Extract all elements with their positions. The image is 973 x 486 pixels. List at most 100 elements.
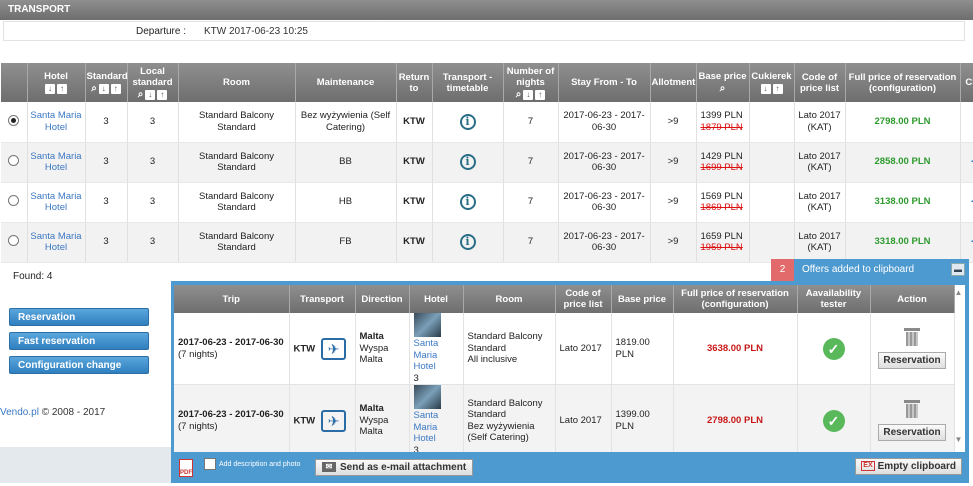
allotment-cell: >9 bbox=[650, 222, 697, 263]
stay-cell: 2017-06-23 - 2017-06-30 bbox=[558, 142, 651, 183]
info-icon[interactable]: i bbox=[459, 194, 476, 210]
clipboard-scrollbar[interactable]: ▲ ▼ bbox=[954, 288, 963, 448]
configuration-change-button[interactable]: Configuration change bbox=[9, 356, 149, 374]
sort-asc-icon[interactable]: ↑ bbox=[157, 89, 168, 100]
departure-row: Departure : KTW 2017-06-23 10:25 bbox=[3, 21, 965, 41]
hotel-link[interactable]: Santa Maria Hotel bbox=[414, 338, 459, 373]
clipboard-header[interactable]: 2 Offers added to clipboard ▬ bbox=[771, 259, 969, 281]
clip-col-base-price: Base price bbox=[611, 285, 674, 313]
cukierek-cell bbox=[749, 182, 795, 223]
clipboard-row: 2017-06-23 - 2017-06-30 (7 nights) KTW ✈ M… bbox=[174, 313, 955, 385]
hotel-thumbnail[interactable] bbox=[413, 313, 441, 337]
reservation-button[interactable]: Reservation bbox=[878, 351, 946, 369]
transport-code: KTW bbox=[293, 343, 316, 355]
clipboard-footer: PDF Add description and photo ✉ Send as e… bbox=[171, 452, 969, 483]
envelope-icon: ✉ bbox=[322, 462, 336, 473]
full-price-cell: 3138.00 PLN bbox=[845, 182, 961, 223]
hotel-link[interactable]: Santa Maria Hotel bbox=[27, 182, 86, 223]
nights-cell: 7 bbox=[503, 222, 559, 263]
stay-cell: 2017-06-23 - 2017-06-30 bbox=[558, 102, 651, 143]
sort-asc-icon[interactable]: ↑ bbox=[110, 84, 121, 94]
add-description-checkbox[interactable] bbox=[204, 458, 216, 470]
cukierek-cell bbox=[749, 222, 795, 263]
table-row[interactable]: Santa Maria Hotel 3 3 Standard Balcony S… bbox=[1, 102, 973, 143]
info-icon[interactable]: i bbox=[459, 113, 476, 130]
col-select bbox=[1, 63, 28, 102]
row-select-radio[interactable] bbox=[8, 114, 20, 126]
price: 1429 PLN bbox=[700, 150, 743, 162]
col-maintenance: Maintenance bbox=[295, 63, 397, 102]
direction-region: Wyspa Malta bbox=[359, 414, 389, 438]
reservation-button[interactable]: Reservation bbox=[9, 308, 149, 326]
old-price: 1699 PLN bbox=[700, 162, 743, 173]
old-price: 1959 PLN bbox=[700, 242, 743, 253]
clip-col-action: Action bbox=[870, 285, 955, 313]
scroll-up-icon[interactable]: ▲ bbox=[954, 288, 963, 297]
minimize-icon[interactable]: ▬ bbox=[951, 263, 965, 276]
search-icon[interactable]: ⌕ bbox=[516, 89, 522, 100]
hotel-link[interactable]: Santa Maria Hotel bbox=[27, 142, 86, 183]
full-price-cell: 3638.00 PLN bbox=[673, 313, 798, 385]
sort-asc-icon[interactable]: ↑ bbox=[772, 84, 783, 94]
sort-desc-icon[interactable]: ↓ bbox=[145, 89, 156, 100]
col-local-standard: Local standard ⌕ ↓ ↑ bbox=[127, 63, 179, 102]
info-icon[interactable]: i bbox=[459, 234, 476, 250]
empty-clipboard-button[interactable]: EX Empty clipboard bbox=[855, 458, 962, 475]
row-select-radio[interactable] bbox=[8, 234, 20, 246]
footer-band bbox=[0, 447, 172, 483]
direction-cell: Malta Wyspa Malta bbox=[355, 313, 410, 385]
trash-icon[interactable] bbox=[904, 400, 920, 418]
reservation-button[interactable]: Reservation bbox=[878, 423, 946, 441]
search-icon[interactable]: ⌕ bbox=[138, 89, 144, 100]
hotel-link[interactable]: Santa Maria Hotel bbox=[414, 410, 459, 445]
add-description-label: Add description and photo bbox=[219, 461, 301, 468]
search-icon[interactable]: ⌕ bbox=[720, 84, 726, 94]
col-allotment: Allotment bbox=[650, 63, 697, 102]
sort-desc-icon[interactable]: ↓ bbox=[760, 84, 771, 94]
standard-cell: 3 bbox=[85, 102, 128, 143]
row-select-radio[interactable] bbox=[8, 194, 20, 206]
plane-icon: ✈ bbox=[321, 337, 347, 360]
sort-desc-icon[interactable]: ↓ bbox=[45, 84, 55, 94]
code-cell: Lato 2017 (KAT) bbox=[794, 142, 846, 183]
room-cell: Standard Balcony Standard bbox=[178, 222, 296, 263]
footer-brand-link[interactable]: Vendo.pl bbox=[0, 407, 39, 418]
code-cell: Lato 2017 (KAT) bbox=[794, 222, 846, 263]
sort-asc-icon[interactable]: ↑ bbox=[57, 84, 67, 94]
action-cell: Reservation bbox=[870, 384, 955, 452]
col-full-price: Full price of reservation (configuration… bbox=[845, 63, 961, 102]
direction-country: Malta bbox=[359, 331, 384, 343]
room-board: All inclusive bbox=[467, 354, 518, 366]
hotel-link[interactable]: Santa Maria Hotel bbox=[27, 222, 86, 263]
info-icon[interactable]: i bbox=[459, 154, 476, 170]
departure-value: KTW 2017-06-23 10:25 bbox=[204, 26, 308, 37]
trash-icon[interactable] bbox=[904, 328, 920, 346]
table-row[interactable]: Santa Maria Hotel 3 3 Standard Balcony S… bbox=[1, 222, 973, 263]
sort-desc-icon[interactable]: ↓ bbox=[523, 89, 534, 100]
base-price-cell: 1399.00 PLN bbox=[611, 384, 674, 452]
room-cell: Standard Balcony Standard bbox=[178, 102, 296, 143]
hotel-link[interactable]: Santa Maria Hotel bbox=[27, 102, 86, 143]
return-to-cell: KTW bbox=[396, 222, 433, 263]
transport-code: KTW bbox=[293, 415, 316, 427]
fast-reservation-button[interactable]: Fast reservation bbox=[9, 332, 149, 350]
pdf-icon[interactable]: PDF bbox=[179, 459, 193, 477]
trip-nights: (7 nights) bbox=[178, 348, 218, 360]
row-select-radio[interactable] bbox=[8, 154, 20, 166]
price: 1569 PLN bbox=[700, 190, 743, 202]
offers-table: Hotel ↓ ↑ Standard ⌕ ↓ ↑ Local standard ⌕ ↓ ↑… bbox=[1, 63, 973, 263]
search-icon[interactable]: ⌕ bbox=[91, 84, 97, 94]
full-price-cell: 3318.00 PLN bbox=[845, 222, 961, 263]
sort-asc-icon[interactable]: ↑ bbox=[535, 89, 546, 100]
sort-desc-icon[interactable]: ↓ bbox=[98, 84, 109, 94]
code-cell: Lato 2017 bbox=[555, 384, 612, 452]
scroll-down-icon[interactable]: ▼ bbox=[954, 435, 963, 444]
email-attachment-button[interactable]: ✉ Send as e-mail attachment bbox=[315, 459, 474, 476]
stay-cell: 2017-06-23 - 2017-06-30 bbox=[558, 182, 651, 223]
table-row[interactable]: Santa Maria Hotel 3 3 Standard Balcony S… bbox=[1, 142, 973, 183]
col-standard: Standard ⌕ ↓ ↑ bbox=[85, 63, 128, 102]
local-standard-cell: 3 bbox=[127, 222, 179, 263]
hotel-cell: Santa Maria Hotel 3 bbox=[409, 313, 464, 385]
hotel-thumbnail[interactable] bbox=[413, 385, 441, 409]
table-row[interactable]: Santa Maria Hotel 3 3 Standard Balcony S… bbox=[1, 182, 973, 223]
